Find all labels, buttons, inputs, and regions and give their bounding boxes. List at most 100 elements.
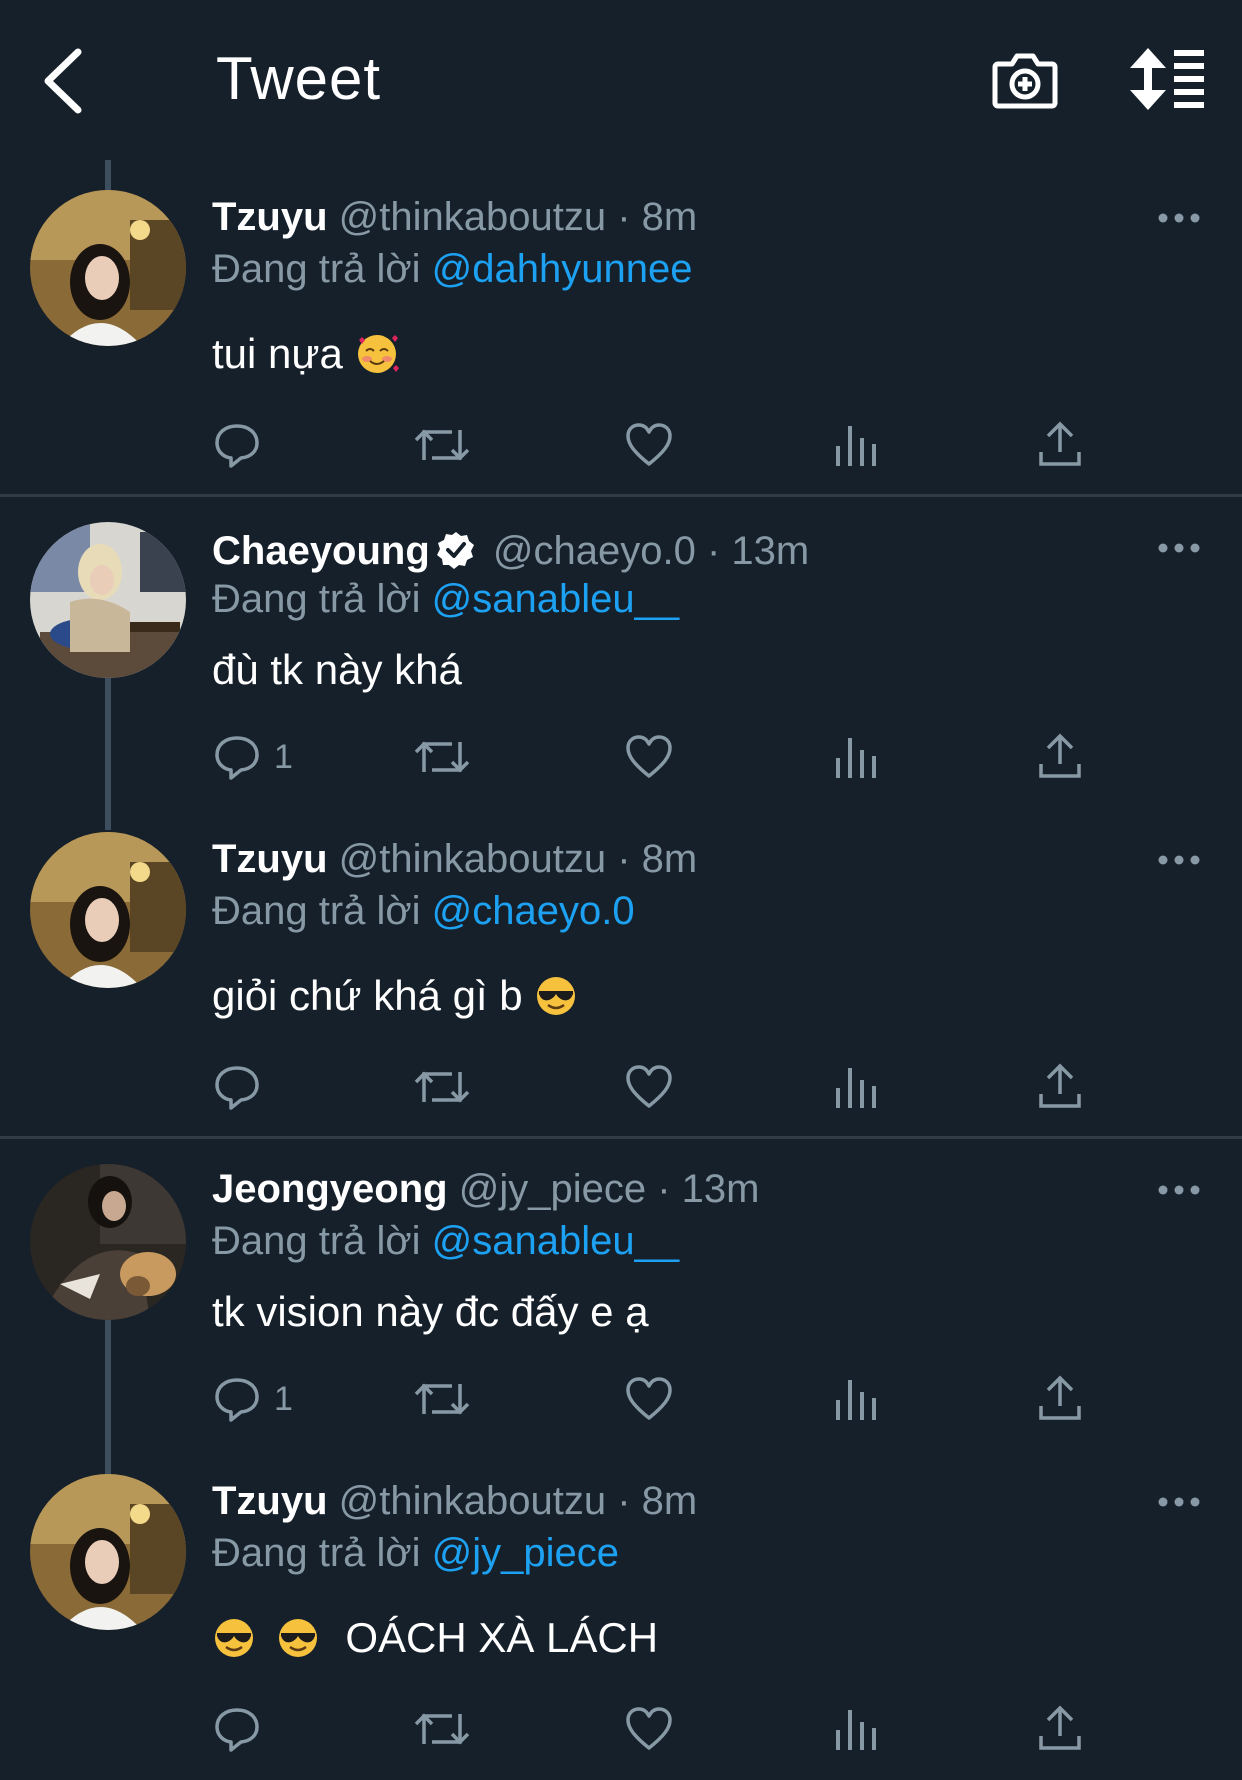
retweet-icon [414, 429, 470, 461]
analytics-button[interactable] [834, 415, 878, 475]
tweet-header: Jeongyeong @jy_piece · 13m [212, 1167, 759, 1212]
timestamp: · 13m [657, 1167, 760, 1211]
more-options-button[interactable] [1158, 850, 1200, 870]
display-name[interactable]: Tzuyu [212, 1479, 328, 1523]
like-button[interactable] [624, 415, 674, 475]
analytics-button[interactable] [834, 1699, 878, 1759]
timestamp: · 8m [617, 195, 698, 239]
sort-button[interactable] [1130, 46, 1206, 112]
tweet-text: đù tk này khá [212, 646, 462, 694]
like-icon [626, 423, 672, 466]
smiling-face-with-hearts-icon [357, 335, 399, 373]
share-button[interactable] [1038, 1057, 1082, 1117]
replying-to-label: Đang trả lời [212, 1219, 421, 1263]
share-icon [1039, 421, 1081, 466]
avatar[interactable] [30, 1474, 186, 1630]
analytics-button[interactable] [834, 1057, 878, 1117]
mention-link[interactable]: @jy_piece [432, 1531, 619, 1575]
mention-link[interactable]: @dahhyunnee [432, 247, 693, 291]
timestamp: · 8m [617, 1479, 698, 1523]
display-name[interactable]: Jeongyeong [212, 1167, 448, 1211]
tweet-text: OÁCH XÀ LÁCH [212, 1614, 658, 1662]
retweet-icon [414, 1383, 470, 1415]
reply-icon [215, 1066, 259, 1110]
user-handle[interactable]: @chaeyo.0 [493, 529, 696, 573]
share-button[interactable] [1038, 415, 1082, 475]
timestamp: · 8m [617, 837, 698, 881]
camera-button[interactable] [992, 46, 1058, 112]
like-button[interactable] [624, 1057, 674, 1117]
retweet-button[interactable] [414, 1699, 470, 1759]
user-handle[interactable]: @thinkaboutzu [339, 195, 606, 239]
tweet-text-content: tui nựa [212, 330, 343, 377]
tweet-text-content: đù tk này khá [212, 646, 462, 693]
tweet-text-content: giỏi chứ khá gì b [212, 972, 523, 1019]
more-options-button[interactable] [1158, 538, 1200, 558]
replying-to: Đang trả lời @sanableu__ [212, 1219, 679, 1264]
like-icon [626, 1065, 672, 1108]
avatar[interactable] [30, 832, 186, 988]
retweet-button[interactable] [414, 727, 470, 787]
retweet-button[interactable] [414, 1369, 470, 1429]
tweet-actions: 1 [0, 1369, 1242, 1429]
tweet-header: Tzuyu @thinkaboutzu · 8m [212, 195, 697, 240]
divider [0, 1136, 1242, 1139]
like-icon [626, 1707, 672, 1750]
back-button[interactable] [40, 46, 90, 116]
reply-icon [215, 1708, 259, 1752]
avatar[interactable] [30, 190, 186, 346]
top-bar: Tweet [0, 0, 1242, 160]
more-dots-icon [1158, 855, 1200, 865]
more-options-button[interactable] [1158, 208, 1200, 228]
more-options-button[interactable] [1158, 1180, 1200, 1200]
share-button[interactable] [1038, 1369, 1082, 1429]
divider [0, 494, 1242, 497]
retweet-icon [414, 1713, 470, 1745]
reply-button[interactable]: 1 [212, 727, 293, 787]
analytics-icon [836, 1068, 876, 1108]
tweet-text: giỏi chứ khá gì b [212, 972, 578, 1020]
more-options-button[interactable] [1158, 1492, 1200, 1512]
analytics-icon [836, 426, 876, 466]
reply-button[interactable] [212, 415, 274, 475]
share-button[interactable] [1038, 1699, 1082, 1759]
tweet-actions [0, 1699, 1242, 1759]
analytics-button[interactable] [834, 1369, 878, 1429]
retweet-button[interactable] [414, 415, 470, 475]
mention-link[interactable]: @sanableu__ [432, 577, 679, 621]
analytics-icon [836, 738, 876, 778]
reply-button[interactable]: 1 [212, 1369, 293, 1429]
share-button[interactable] [1038, 727, 1082, 787]
user-handle[interactable]: @thinkaboutzu [339, 1479, 606, 1523]
sunglasses-face-icon [537, 977, 576, 1015]
reply-button[interactable] [212, 1057, 274, 1117]
user-handle[interactable]: @jy_piece [459, 1167, 646, 1211]
share-icon [1039, 1063, 1081, 1108]
display-name[interactable]: Tzuyu [212, 195, 328, 239]
tweet-header: Tzuyu @thinkaboutzu · 8m [212, 1479, 697, 1524]
mention-link[interactable]: @chaeyo.0 [432, 889, 635, 933]
like-button[interactable] [624, 727, 674, 787]
sunglasses-face-icon [278, 1619, 317, 1657]
user-handle[interactable]: @thinkaboutzu [339, 837, 606, 881]
display-name[interactable]: Chaeyoung [212, 529, 430, 573]
reply-icon [215, 736, 259, 780]
avatar[interactable] [30, 1164, 186, 1320]
replying-to: Đang trả lời @chaeyo.0 [212, 889, 635, 934]
tweet-actions: 1 [0, 727, 1242, 787]
retweet-icon [414, 1071, 470, 1103]
share-icon [1039, 1375, 1081, 1420]
like-button[interactable] [624, 1699, 674, 1759]
tweet-text: tk vision này đc đấy e ạ [212, 1288, 649, 1336]
mention-link[interactable]: @sanableu__ [432, 1219, 679, 1263]
page-title: Tweet [216, 45, 382, 112]
share-icon [1039, 733, 1081, 778]
analytics-button[interactable] [834, 727, 878, 787]
retweet-button[interactable] [414, 1057, 470, 1117]
reply-icon [215, 424, 259, 468]
like-button[interactable] [624, 1369, 674, 1429]
display-name[interactable]: Tzuyu [212, 837, 328, 881]
reply-button[interactable] [212, 1699, 274, 1759]
tweet-actions [0, 415, 1242, 475]
avatar[interactable] [30, 522, 186, 678]
